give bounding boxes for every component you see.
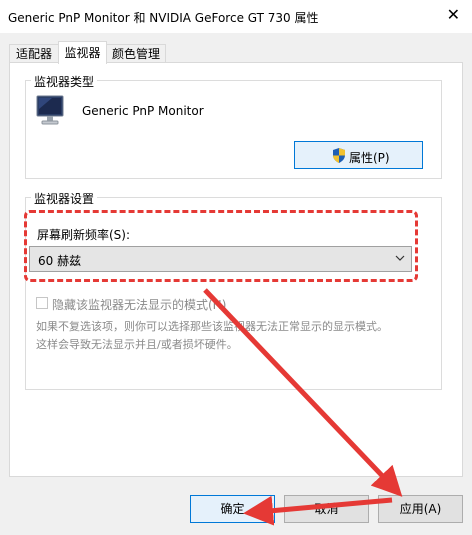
properties-button[interactable]: 属性(P) (294, 141, 423, 169)
refresh-rate-label: 屏幕刷新频率(S): (37, 228, 131, 242)
monitor-settings-label: 监视器设置 (31, 190, 98, 207)
description-line-1: 如果不复选该项，则你可以选择那些该监视器无法正常显示的显示模式。 (36, 320, 388, 333)
tab-adapter[interactable]: 适配器 (9, 44, 59, 63)
close-icon[interactable]: ✕ (447, 7, 460, 23)
title-bar: Generic PnP Monitor 和 NVIDIA GeForce GT … (0, 0, 472, 33)
properties-button-label: 属性(P) (349, 151, 390, 165)
ok-button[interactable]: 确定 (190, 495, 275, 523)
monitor-name: Generic PnP Monitor (82, 104, 204, 118)
hide-modes-label[interactable]: 隐藏该监视器无法显示的模式(H) (52, 296, 226, 313)
description-line-2: 这样会导致无法显示并且/或者损坏硬件。 (36, 338, 238, 351)
chevron-down-icon (395, 255, 405, 261)
tab-monitor[interactable]: 监视器 (58, 41, 107, 64)
hide-modes-checkbox[interactable] (36, 297, 48, 309)
refresh-rate-select[interactable]: 60 赫兹 (29, 246, 412, 272)
window-title: Generic PnP Monitor 和 NVIDIA GeForce GT … (8, 11, 319, 25)
monitor-icon (36, 95, 64, 125)
apply-button[interactable]: 应用(A) (378, 495, 463, 523)
tab-bar: 适配器 监视器 颜色管理 (0, 33, 472, 64)
hide-modes-description: 如果不复选该项，则你可以选择那些该监视器无法正常显示的显示模式。 这样会导致无法… (36, 318, 436, 354)
shield-icon (333, 148, 345, 163)
cancel-button[interactable]: 取消 (284, 495, 369, 523)
refresh-rate-value: 60 赫兹 (38, 254, 82, 268)
tab-color-management[interactable]: 颜色管理 (106, 44, 166, 63)
monitor-type-label: 监视器类型 (31, 73, 98, 90)
